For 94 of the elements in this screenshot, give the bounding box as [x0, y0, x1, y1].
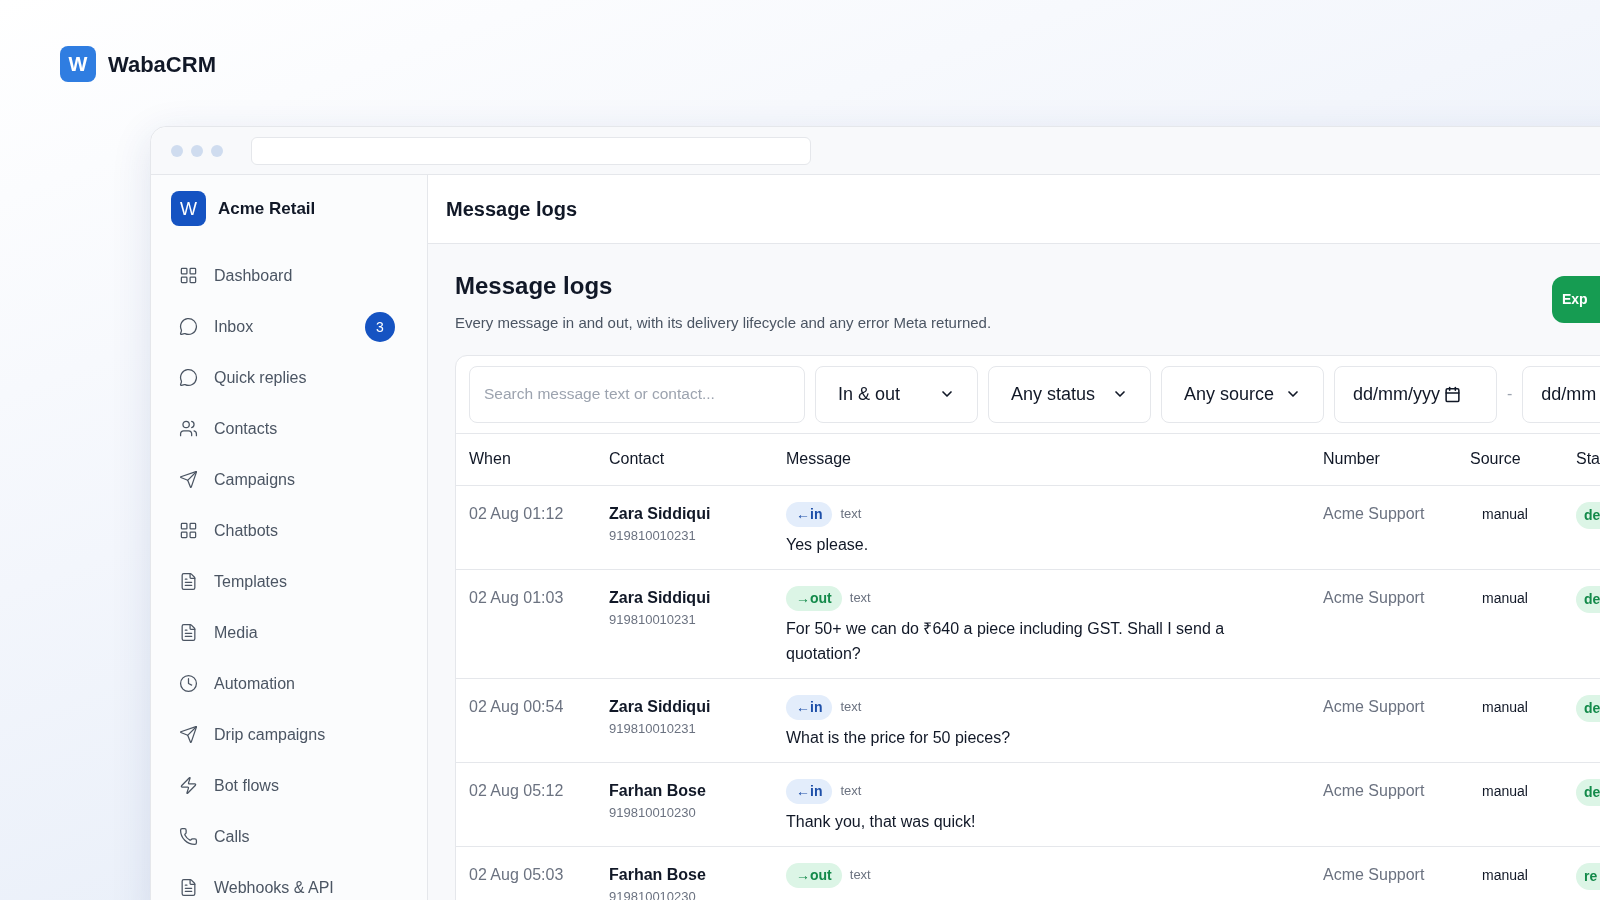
- status-tag: re: [1576, 862, 1600, 890]
- chat-bubble-icon: [179, 368, 198, 387]
- lightning-icon: [179, 776, 198, 795]
- nav-item[interactable]: Inbox 3: [171, 301, 407, 352]
- contact-name: Zara Siddiqui: [609, 587, 712, 608]
- message-type: text: [840, 782, 862, 801]
- export-button[interactable]: Exp: [1552, 276, 1600, 323]
- search-field[interactable]: Search message text or contact...: [469, 365, 805, 423]
- contact-name: Farhan Bose: [609, 864, 707, 885]
- nav-item[interactable]: Calls: [171, 811, 407, 862]
- source-label: manual: [1481, 781, 1529, 801]
- unread-count: 3: [365, 311, 395, 342]
- timestamp: 02 Aug 01:12: [469, 503, 565, 524]
- nav-item[interactable]: Drip campaigns: [171, 709, 407, 760]
- nav-item[interactable]: Chatbots: [171, 505, 407, 556]
- nav-item[interactable]: Templates: [171, 556, 407, 607]
- number-name: Acme Support: [1323, 503, 1426, 524]
- direction-tag: ←in: [786, 501, 833, 527]
- users-icon: [179, 419, 198, 438]
- source-label: manual: [1481, 865, 1529, 885]
- nav-item[interactable]: Automation: [171, 658, 407, 709]
- message-text: Thank you, that was quick!: [786, 811, 977, 832]
- direction-tag: →out: [786, 862, 842, 888]
- timestamp: 02 Aug 01:03: [469, 587, 565, 608]
- workspace-logo: W: [171, 191, 206, 226]
- column-header: Sta: [1576, 449, 1600, 469]
- contact-phone: 919810010231: [609, 526, 697, 545]
- timestamp: 02 Aug 05:12: [469, 780, 565, 801]
- status-tag: de: [1576, 694, 1600, 722]
- column-header: Contact: [609, 449, 666, 469]
- status-tag: de: [1576, 585, 1600, 613]
- page-title: Message logs: [455, 271, 614, 301]
- column-header: Number: [1323, 449, 1381, 469]
- brand-name: WabaCRM: [108, 50, 216, 79]
- number-name: Acme Support: [1323, 864, 1426, 885]
- nav-item[interactable]: Bot flows: [171, 760, 407, 811]
- message-type: text: [840, 698, 862, 717]
- contact-phone: 919810010230: [609, 887, 697, 900]
- address-bar[interactable]: [251, 136, 811, 165]
- page-subtitle: Every message in and out, with its delivery lifecycle and any error Meta returned.: [455, 313, 992, 333]
- source-label: manual: [1481, 588, 1529, 608]
- message-text: What is the price for 50 pieces?: [786, 727, 1012, 748]
- message-type: text: [849, 866, 871, 885]
- filter-select[interactable]: In & out: [815, 365, 978, 423]
- nav-item[interactable]: Contacts: [171, 403, 407, 454]
- message-text: For 50+ we can do ₹640 a piece including GST. Shall I send a quotation?: [786, 618, 1226, 664]
- nav-item[interactable]: Campaigns: [171, 454, 407, 505]
- logo-mark: W: [60, 46, 96, 82]
- workspace-name: Acme Retail: [218, 197, 316, 220]
- direction-tag: ←in: [786, 694, 833, 720]
- message-type: text: [840, 505, 862, 524]
- number-name: Acme Support: [1323, 587, 1426, 608]
- phone-icon: [179, 827, 198, 846]
- grid-icon: [179, 266, 198, 285]
- contact-name: Zara Siddiqui: [609, 696, 712, 717]
- contact-phone: 919810010230: [609, 803, 697, 822]
- contact-phone: 919810010231: [609, 719, 697, 738]
- number-name: Acme Support: [1323, 780, 1426, 801]
- column-header: Message: [786, 449, 852, 469]
- date-field[interactable]: dd/mm/yyy: [1334, 365, 1497, 423]
- direction-tag: ←in: [786, 778, 833, 804]
- paper-plane-icon: [179, 470, 198, 489]
- document-icon: [179, 623, 198, 642]
- nav-item[interactable]: Dashboard: [171, 250, 407, 301]
- contact-phone: 919810010231: [609, 610, 697, 629]
- paper-plane-icon: [179, 725, 198, 744]
- status-tag: de: [1576, 778, 1600, 806]
- direction-tag: →out: [786, 585, 842, 611]
- message-type: text: [849, 589, 871, 608]
- clock-icon: [179, 674, 198, 693]
- status-tag: de: [1576, 501, 1600, 529]
- timestamp: 02 Aug 05:03: [469, 864, 565, 885]
- date-field[interactable]: dd/mm: [1522, 365, 1600, 423]
- number-name: Acme Support: [1323, 696, 1426, 717]
- column-header: Source: [1470, 449, 1522, 469]
- message-text: Yes please.: [786, 534, 870, 555]
- page-header-title: Message logs: [446, 197, 578, 222]
- nav-item[interactable]: Media: [171, 607, 407, 658]
- source-label: manual: [1481, 504, 1529, 524]
- calendar-icon: [1444, 385, 1461, 403]
- chat-bubble-icon: [179, 317, 198, 336]
- nav-item[interactable]: Quick replies: [171, 352, 407, 403]
- filter-select[interactable]: Any source: [1161, 365, 1324, 423]
- contact-name: Farhan Bose: [609, 780, 707, 801]
- column-header: When: [469, 449, 512, 469]
- grid-icon: [179, 521, 198, 540]
- source-label: manual: [1481, 697, 1529, 717]
- filter-select[interactable]: Any status: [988, 365, 1151, 423]
- nav-item[interactable]: Webhooks & API: [171, 862, 407, 900]
- date-separator: -: [1507, 384, 1513, 404]
- document-icon: [179, 878, 198, 897]
- contact-name: Zara Siddiqui: [609, 503, 712, 524]
- document-icon: [179, 572, 198, 591]
- timestamp: 02 Aug 00:54: [469, 696, 565, 717]
